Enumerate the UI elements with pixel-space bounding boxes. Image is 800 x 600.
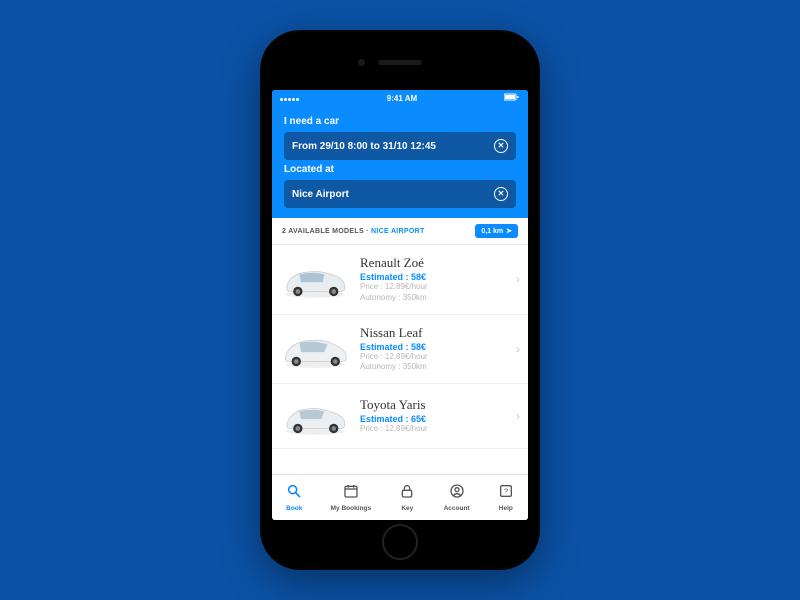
status-bar: 9:41 AM (272, 90, 528, 106)
tab-bookings[interactable]: My Bookings (331, 483, 371, 512)
tab-book[interactable]: Book (286, 483, 302, 512)
tab-bookings-label: My Bookings (331, 505, 371, 512)
home-button[interactable] (382, 524, 418, 560)
car-list[interactable]: Renault Zoé Estimated : 58€ Price : 12,8… (272, 245, 528, 474)
car-info: Nissan Leaf Estimated : 58€ Price : 12,8… (360, 325, 510, 374)
tab-help-label: Help (499, 505, 513, 512)
car-estimated: Estimated : 58€ (360, 342, 510, 352)
app-screen: 9:41 AM I need a car From 29/10 8:00 to … (272, 90, 528, 520)
tab-key-label: Key (401, 505, 413, 512)
lock-icon (399, 483, 415, 504)
car-autonomy: Autonomy : 350km (360, 293, 510, 304)
battery-icon (504, 93, 520, 103)
phone-camera (358, 59, 365, 66)
car-price: Price : 12,89€/hour (360, 282, 510, 293)
tab-help[interactable]: ? Help (498, 483, 514, 512)
located-at-label: Located at (284, 164, 516, 175)
tab-account-label: Account (444, 505, 470, 512)
phone-frame: 9:41 AM I need a car From 29/10 8:00 to … (260, 30, 540, 570)
tab-book-label: Book (286, 505, 302, 512)
car-image (276, 394, 354, 438)
search-header: I need a car From 29/10 8:00 to 31/10 12… (272, 106, 528, 218)
clear-date-icon[interactable]: ✕ (494, 139, 508, 153)
results-text: AVAILABLE MODELS (288, 228, 364, 235)
results-count-label: 2 AVAILABLE MODELS · NICE AIRPORT (282, 228, 425, 235)
car-price: Price : 12,89€/hour (360, 424, 510, 435)
car-price: Price : 12,89€/hour (360, 352, 510, 363)
distance-chip[interactable]: 0,1 km ➤ (475, 224, 518, 238)
status-time: 9:41 AM (387, 94, 417, 103)
phone-speaker (378, 60, 422, 65)
chevron-right-icon: › (516, 272, 520, 286)
chevron-right-icon: › (516, 409, 520, 423)
clear-location-icon[interactable]: ✕ (494, 187, 508, 201)
car-list-item[interactable]: Nissan Leaf Estimated : 58€ Price : 12,8… (272, 315, 528, 385)
car-estimated: Estimated : 58€ (360, 272, 510, 282)
user-icon (449, 483, 465, 504)
tab-account[interactable]: Account (444, 483, 470, 512)
location-value: Nice Airport (292, 189, 349, 200)
results-count: 2 (282, 228, 286, 235)
car-model: Toyota Yaris (360, 397, 510, 413)
distance-value: 0,1 km (481, 228, 503, 235)
car-image (276, 257, 354, 301)
car-autonomy: Autonomy : 350km (360, 362, 510, 373)
results-subbar: 2 AVAILABLE MODELS · NICE AIRPORT 0,1 km… (272, 218, 528, 245)
help-icon: ? (498, 483, 514, 504)
svg-text:?: ? (504, 487, 508, 496)
chevron-right-icon: › (516, 342, 520, 356)
car-list-item[interactable]: Renault Zoé Estimated : 58€ Price : 12,8… (272, 245, 528, 315)
location-field[interactable]: Nice Airport ✕ (284, 180, 516, 208)
results-location: NICE AIRPORT (371, 228, 425, 235)
car-model: Nissan Leaf (360, 325, 510, 341)
date-range-field[interactable]: From 29/10 8:00 to 31/10 12:45 ✕ (284, 132, 516, 160)
date-range-value: From 29/10 8:00 to 31/10 12:45 (292, 141, 436, 152)
car-image (276, 327, 354, 371)
car-info: Toyota Yaris Estimated : 65€ Price : 12,… (360, 397, 510, 435)
signal-dots-icon (280, 94, 300, 103)
tab-key[interactable]: Key (399, 483, 415, 512)
need-car-label: I need a car (284, 116, 516, 127)
car-estimated: Estimated : 65€ (360, 414, 510, 424)
tab-bar: Book My Bookings Key Account ? Help (272, 474, 528, 520)
calendar-icon (343, 483, 359, 504)
search-icon (286, 483, 302, 504)
car-info: Renault Zoé Estimated : 58€ Price : 12,8… (360, 255, 510, 304)
car-list-item[interactable]: Toyota Yaris Estimated : 65€ Price : 12,… (272, 384, 528, 449)
car-model: Renault Zoé (360, 255, 510, 271)
location-arrow-icon: ➤ (506, 227, 512, 235)
